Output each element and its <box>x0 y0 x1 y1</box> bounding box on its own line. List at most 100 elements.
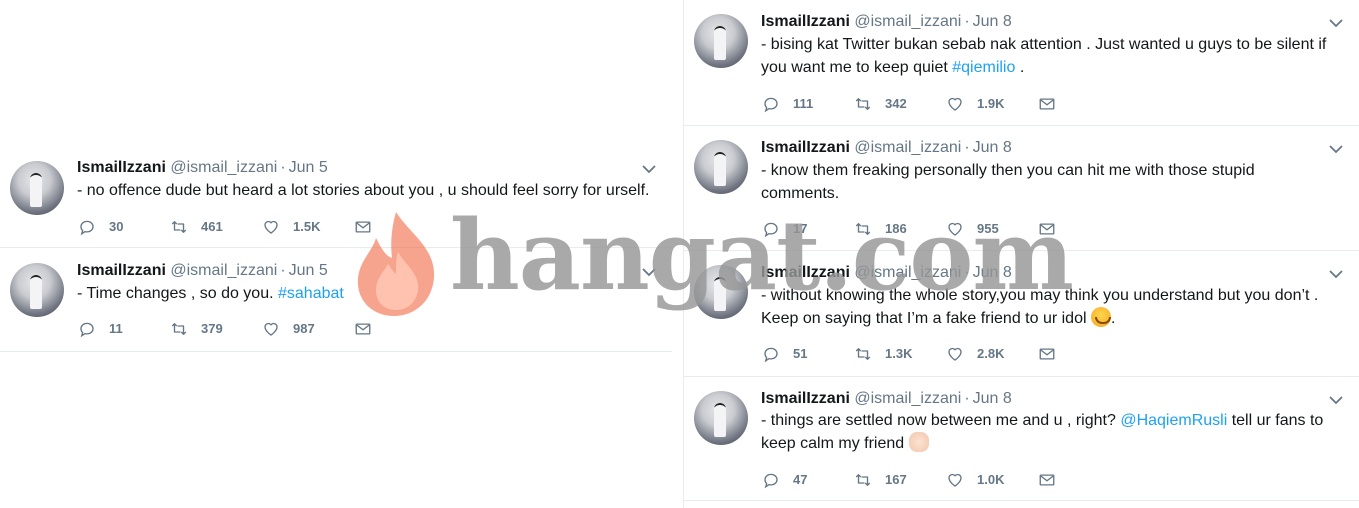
like-count: 987 <box>293 321 315 336</box>
tweet[interactable]: IsmailIzzani @ismail_izzani · Jun 8 - know… <box>684 126 1359 251</box>
avatar[interactable] <box>694 14 748 68</box>
timestamp[interactable]: Jun 8 <box>973 139 1012 156</box>
username[interactable]: @ismail_izzani <box>854 390 961 407</box>
tweet-text-line: keep calm my friend <box>761 432 1323 455</box>
timestamp[interactable]: Jun 8 <box>973 264 1012 281</box>
timestamp[interactable]: Jun 8 <box>973 390 1012 407</box>
tweet[interactable]: IsmailIzzani @ismail_izzani · Jun 8 - thin… <box>684 377 1359 501</box>
chevron-down-icon[interactable] <box>1329 395 1343 405</box>
retweet-button[interactable]: 342 <box>853 95 945 113</box>
timestamp[interactable]: Jun 5 <box>289 262 328 279</box>
username[interactable]: @ismail_izzani <box>170 262 277 279</box>
chevron-down-icon[interactable] <box>1329 18 1343 28</box>
chevron-down-icon[interactable] <box>1329 144 1343 154</box>
retweet-icon <box>853 471 873 489</box>
like-count: 1.0K <box>977 472 1005 487</box>
retweet-button[interactable]: 1.3K <box>853 345 945 363</box>
heart-icon <box>945 345 965 363</box>
username[interactable]: @ismail_izzani <box>854 264 961 281</box>
separator-dot: · <box>964 264 970 281</box>
tweet-text-line: - bising kat Twitter bukan sebab nak att… <box>761 36 1327 53</box>
direct-message-button[interactable] <box>1037 220 1129 238</box>
tweet-actions: 51 1.3K 2.8K <box>761 344 1129 364</box>
display-name[interactable]: IsmailIzzani <box>77 159 166 176</box>
like-button[interactable]: 1.0K <box>945 471 1037 489</box>
reply-count: 111 <box>793 96 814 111</box>
display-name[interactable]: IsmailIzzani <box>761 139 850 156</box>
chevron-down-icon[interactable] <box>642 267 656 277</box>
tweet-text-body: . <box>1110 310 1116 327</box>
direct-message-button[interactable] <box>353 218 445 236</box>
separator-dot: · <box>280 262 286 279</box>
mention-link[interactable]: @HaqiemRusli <box>1120 412 1227 429</box>
tweet[interactable]: IsmailIzzani @ismail_izzani · Jun 5 - no o… <box>0 148 672 248</box>
tweet-text-body: tell ur fans to <box>1227 412 1324 429</box>
retweet-icon <box>169 320 189 338</box>
direct-message-button[interactable] <box>353 320 445 338</box>
retweet-button[interactable]: 461 <box>169 218 261 236</box>
heart-icon <box>261 320 281 338</box>
username[interactable]: @ismail_izzani <box>854 139 961 156</box>
reply-count: 51 <box>793 346 808 361</box>
tweet-text-line: you want me to keep quiet #qiemilio . <box>761 56 1326 79</box>
tweet[interactable]: IsmailIzzani @ismail_izzani · Jun 8 - bisi… <box>684 0 1359 126</box>
like-button[interactable]: 1.9K <box>945 95 1037 113</box>
like-button[interactable]: 1.5K <box>261 218 353 236</box>
reply-bubble-icon <box>77 320 97 338</box>
reply-button[interactable]: 17 <box>761 220 853 238</box>
username[interactable]: @ismail_izzani <box>170 159 277 176</box>
retweet-count: 1.3K <box>885 346 913 361</box>
avatar[interactable] <box>694 265 748 319</box>
like-button[interactable]: 2.8K <box>945 345 1037 363</box>
reply-count: 47 <box>793 472 808 487</box>
tweet-text-body: you want me to keep quiet <box>761 59 953 76</box>
retweet-icon <box>853 95 873 113</box>
display-name[interactable]: IsmailIzzani <box>761 390 850 407</box>
timestamp[interactable]: Jun 8 <box>973 13 1012 30</box>
envelope-icon <box>1037 345 1057 363</box>
like-button[interactable]: 955 <box>945 220 1037 238</box>
reply-button[interactable]: 51 <box>761 345 853 363</box>
reply-button[interactable]: 47 <box>761 471 853 489</box>
heart-icon <box>945 471 965 489</box>
tweet-text-body: Keep on saying that I’m a fake friend to… <box>761 310 1091 327</box>
tweet-text: - no offence dude but heard a lot storie… <box>77 182 650 199</box>
retweet-icon <box>853 220 873 238</box>
tweet[interactable]: IsmailIzzani @ismail_izzani · Jun 8 - with… <box>684 251 1359 377</box>
reply-button[interactable]: 111 <box>761 95 853 113</box>
chevron-down-icon[interactable] <box>642 164 656 174</box>
retweet-button[interactable]: 379 <box>169 320 261 338</box>
reply-button[interactable]: 11 <box>77 320 169 338</box>
retweet-count: 379 <box>201 321 223 336</box>
reply-button[interactable]: 30 <box>77 218 169 236</box>
direct-message-button[interactable] <box>1037 95 1129 113</box>
right-timeline: IsmailIzzani @ismail_izzani · Jun 8 - bisi… <box>683 0 1359 508</box>
display-name[interactable]: IsmailIzzani <box>77 262 166 279</box>
hashtag-link[interactable]: #qiemilio <box>952 59 1015 76</box>
like-button[interactable]: 987 <box>261 320 353 338</box>
direct-message-button[interactable] <box>1037 471 1129 489</box>
like-count: 955 <box>977 221 999 236</box>
avatar[interactable] <box>694 391 748 445</box>
separator-dot: · <box>280 159 286 176</box>
username[interactable]: @ismail_izzani <box>854 13 961 30</box>
retweet-icon <box>169 218 189 236</box>
like-count: 2.8K <box>977 346 1005 361</box>
chevron-down-icon[interactable] <box>1329 269 1343 279</box>
tweet-text-line: comments. <box>761 185 840 202</box>
retweet-button[interactable]: 167 <box>853 471 945 489</box>
retweet-button[interactable]: 186 <box>853 220 945 238</box>
tweet-actions: 11 379 987 <box>77 319 445 339</box>
tweet[interactable]: IsmailIzzani @ismail_izzani · Jun 5 - Time… <box>0 249 672 352</box>
tweet-header: IsmailIzzani @ismail_izzani · Jun 5 <box>77 261 328 281</box>
avatar[interactable] <box>10 161 64 215</box>
direct-message-button[interactable] <box>1037 345 1129 363</box>
hashtag-link[interactable]: #sahabat <box>278 285 344 302</box>
display-name[interactable]: IsmailIzzani <box>761 13 850 30</box>
avatar[interactable] <box>10 263 64 317</box>
tweet-text-line: Keep on saying that I’m a fake friend to… <box>761 307 1318 330</box>
timestamp[interactable]: Jun 5 <box>289 159 328 176</box>
display-name[interactable]: IsmailIzzani <box>761 264 850 281</box>
tweet-text: - without knowing the whole story,you ma… <box>761 284 1318 330</box>
avatar[interactable] <box>694 140 748 194</box>
